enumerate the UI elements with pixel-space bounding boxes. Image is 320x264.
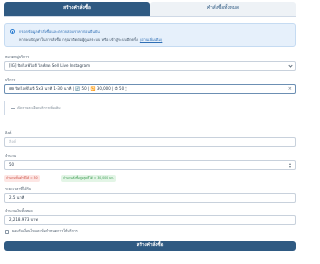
info-text-body: หากพบปัญหาในการสั่งซื้อ กรุณาติดต่อผู้ดู… xyxy=(19,37,138,42)
quantity-stepper[interactable] xyxy=(288,161,292,169)
close-icon[interactable]: × xyxy=(288,85,292,93)
category-label: หมวดหมู่บริการ xyxy=(5,55,30,59)
max-quantity-badge: จำนวนสั่งซื้อสูงสุดที่ได้ = 30,000 มก. xyxy=(61,175,117,182)
info-alert: กรอกข้อมูลคำสั่งซื้อและตรวจสอบราคาก่อนยื… xyxy=(4,23,296,47)
dash-icon xyxy=(11,107,15,109)
link-input[interactable]: ลิงค์ xyxy=(4,137,296,147)
stepper-up-icon[interactable] xyxy=(288,162,291,165)
duration-value: 2.5 นาที xyxy=(9,195,25,200)
service-value: 🎟 ปิดไลฟ์ไอจี 5x3 นาที 1-30 นาที | 🔄 50 … xyxy=(9,86,127,91)
agree-terms-checkbox[interactable] xyxy=(5,229,9,234)
quantity-value: 50 xyxy=(9,162,15,167)
service-label: บริการ xyxy=(5,78,16,82)
link-placeholder: ลิงค์ xyxy=(9,139,17,144)
service-select[interactable]: 🎟 ปิดไลฟ์ไอจี 5x3 นาที 1-30 นาที | 🔄 50 … xyxy=(4,84,296,94)
total-field: 2,218.973 บาท xyxy=(4,215,296,225)
info-read-more-link[interactable]: (อ่านเพิ่มเติม) xyxy=(140,37,163,42)
min-quantity-badge: จำนวนขั้นต่ำที่ได้ = 50 xyxy=(4,175,40,182)
category-value: [IG] ปิดไลฟ์ไอจี ไลฟ์สด Sell Live Instag… xyxy=(9,63,91,68)
info-icon xyxy=(10,29,15,34)
create-order-button[interactable]: สร้างคำสั่งซื้อ xyxy=(4,241,296,251)
tab-bar: สร้างคำสั่งซื้อ คำสั่งซื้อทั้งหมด xyxy=(4,2,296,17)
category-select[interactable]: [IG] ปิดไลฟ์ไอจี ไลฟ์สด Sell Live Instag… xyxy=(4,61,296,71)
service-details-note[interactable]: เปิดรายละเอียดบริการเพิ่มเติม xyxy=(4,101,174,115)
tab-create-order[interactable]: สร้างคำสั่งซื้อ xyxy=(4,2,150,16)
info-text: หากพบปัญหาในการสั่งซื้อ กรุณาติดต่อผู้ดู… xyxy=(19,37,162,43)
chevron-down-icon xyxy=(288,63,293,68)
duration-label: ระยะเวลาที่ได้รับ xyxy=(5,187,32,191)
link-label: ลิงค์ xyxy=(5,131,12,135)
duration-field: 2.5 นาที xyxy=(4,193,296,203)
total-value: 2,218.973 บาท xyxy=(9,217,39,222)
total-label: จำนวนเงินทั้งหมด xyxy=(5,209,33,213)
service-details-text: เปิดรายละเอียดบริการเพิ่มเติม xyxy=(17,106,61,110)
info-title: กรอกข้อมูลคำสั่งซื้อและตรวจสอบราคาก่อนยื… xyxy=(19,29,100,34)
agree-terms-label[interactable]: ยอมรับเงื่อนไขและข้อกำหนดการให้บริการ xyxy=(12,229,78,234)
tab-all-orders[interactable]: คำสั่งซื้อทั้งหมด xyxy=(150,2,296,16)
stepper-down-icon[interactable] xyxy=(288,165,291,168)
quantity-label: จำนวน xyxy=(5,154,17,158)
quantity-input[interactable]: 50 xyxy=(4,160,296,170)
